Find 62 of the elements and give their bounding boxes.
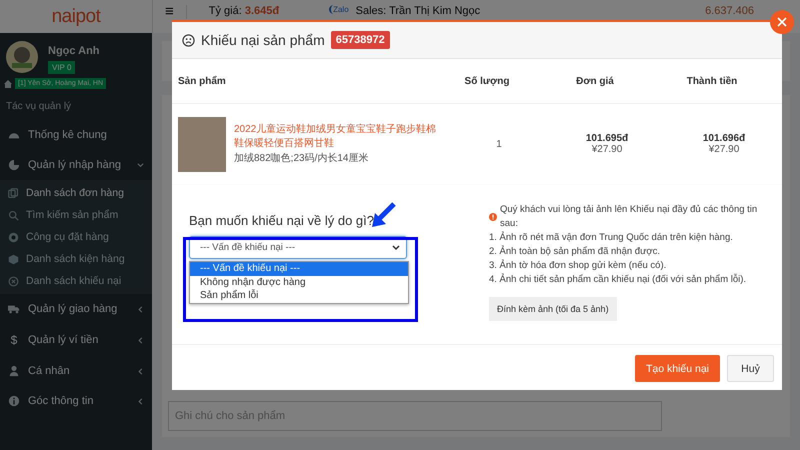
chevron-icon [392,244,400,252]
submenu-item[interactable]: Danh sách kiện hàng [0,248,152,270]
dropdown-option[interactable]: Không nhận được hàng [190,276,408,289]
order-id-badge: 65738972 [330,31,390,49]
copy-icon [8,188,19,198]
globe-icon [8,232,19,242]
info-icon [8,395,20,407]
column-header: Thành tiền [686,76,738,86]
sidebar-item[interactable]: Quản lý nhập hàng [0,150,152,180]
quantity: 1 [496,138,502,150]
user-name: Ngọc Anh [48,45,100,57]
submenu-item[interactable]: Danh sách đơn hàng [0,182,152,204]
submenu-item[interactable]: Công cụ đặt hàng [0,226,152,248]
product-variant: 加绒882咖色;23码/内长14厘米 [234,152,370,165]
warning-icon [489,213,497,221]
product-link[interactable]: 2022儿童运动鞋加绒男女童宝宝鞋子跑步鞋棉鞋保暖轻便百搭网甘鞋 [234,123,444,151]
sidebar-item[interactable]: Góc thông tin [0,386,152,416]
submenu-item[interactable]: Danh sách khiếu nại [0,270,152,292]
attach-button[interactable]: Đính kèm ảnh (tối đa 5 ảnh) [489,297,617,321]
submenu-item[interactable]: Tìm kiếm sản phẩm [0,204,152,226]
notice-item: 1. Ảnh rõ nét mã vận đơn Trung Quốc dán trên kiện hàng. [489,231,734,245]
logo[interactable]: naipot [0,0,152,33]
x-circle-icon [8,276,19,286]
home-icon [4,80,12,88]
search-icon [8,210,19,220]
unit-price-cny: ¥27.90 [592,144,622,155]
pie-chart-icon [8,159,20,171]
dropdown-option[interactable]: --- Vấn đề khiếu nại --- [190,262,408,276]
sidebar-item[interactable]: Thống kê chung [0,120,152,150]
cube-icon [8,254,19,264]
column-header: Sản phẩm [178,76,227,86]
avatar-icon [6,41,38,73]
total-price-cny: ¥27.90 [708,144,740,155]
sidebar-item[interactable]: Quản lý giao hàng [0,294,152,324]
truck-icon [8,303,20,315]
notice-item: 2. Ảnh toàn bộ sản phẩm đã nhận được. [489,245,662,259]
notice-item: 3. Ảnh tờ hóa đơn shop gửi kèm (nếu có). [489,259,668,273]
total-price: 101.696đ [702,133,746,144]
sales-contact: Sales: Trần Thị Kim Ngọc [356,5,480,17]
sad-face-icon [182,34,195,46]
cancel-button[interactable]: Huỷ [727,355,774,382]
column-header: Số lượng [464,76,510,86]
sidebar-item[interactable]: Cá nhân [0,356,152,386]
dialog-title: Khiếu nại sản phẩm [201,32,325,48]
exchange-rate: Tỷ giá: 3.645đ [208,5,280,17]
section-title: Tác vụ quản lý [5,100,72,114]
user-icon [8,365,20,377]
reason-question: Bạn muốn khiếu nại về lý do gì? [189,213,376,228]
vip-badge: VIP 0 [48,61,76,74]
dropdown-option[interactable]: Sản phẩm lỗi [190,289,408,302]
column-header: Đơn giá [575,76,615,86]
unit-price: 101.695đ [586,133,628,144]
notice-text: Quý khách vui lòng tải ảnh lên Khiếu nại đầy đủ các thông tin sau: [500,203,758,231]
close-icon [777,17,787,27]
menu-button[interactable]: ≡ [153,5,187,19]
photo-placeholder [178,116,226,172]
create-button[interactable]: Tạo khiếu nại [634,355,720,382]
zalo-logo[interactable]: Zalo [329,5,351,14]
sidebar-item[interactable]: $ Quản lý ví tiền [0,324,152,356]
balance: 6.637.406 [705,5,754,17]
dollar-icon: $ [8,333,20,347]
notice-item: 4. Ảnh chi tiết sản phẩm cần khiếu nại (đối với sản phẩm lỗi). [489,273,748,287]
